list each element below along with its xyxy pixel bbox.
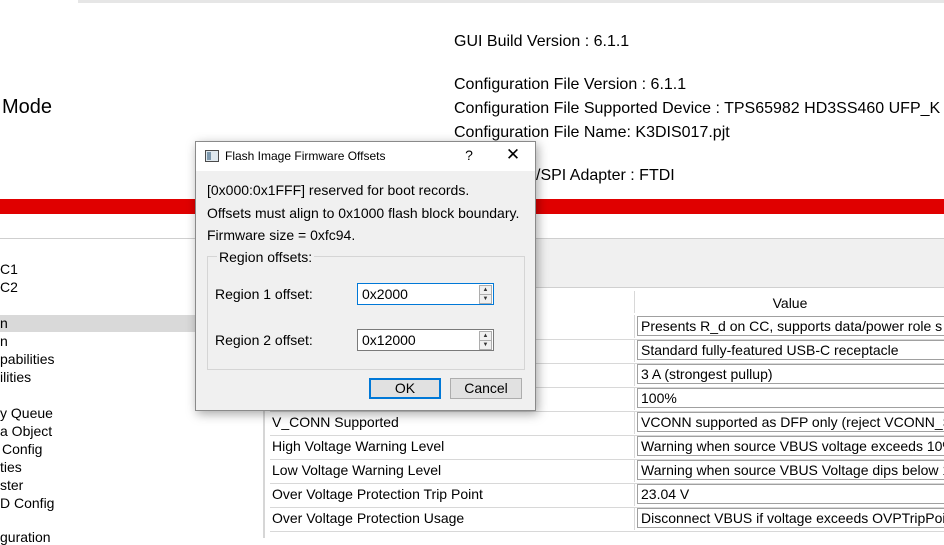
spin-down-icon[interactable]: ▼ [479, 294, 492, 304]
table-row[interactable]: V_CONN Supported VCONN supported as DFP … [270, 411, 944, 436]
row-value[interactable]: Disconnect VBUS if voltage exceeds OVPTr… [637, 508, 944, 528]
config-file-version: Configuration File Version : 6.1.1 [454, 76, 687, 93]
dialog-titlebar[interactable]: Flash Image Firmware Offsets ? ✕ [196, 142, 535, 171]
group-label: Region offsets: [217, 249, 315, 265]
flash-offsets-dialog: Flash Image Firmware Offsets ? ✕ [0x000:… [195, 141, 536, 411]
spin-down-icon[interactable]: ▼ [479, 340, 492, 350]
help-icon[interactable]: ? [462, 147, 476, 163]
sidebar-item[interactable]: pabilities [0, 351, 54, 367]
row-value-cell[interactable]: VCONN supported as DFP only (reject VCON… [634, 411, 944, 434]
sidebar-item[interactable]: guration [0, 529, 51, 545]
table-row[interactable]: High Voltage Warning Level Warning when … [270, 435, 944, 460]
row-name: High Voltage Warning Level [272, 438, 445, 454]
sidebar-selection-highlight [0, 315, 196, 332]
row-name: Low Voltage Warning Level [272, 462, 442, 478]
row-value-cell[interactable]: Warning when source VBUS voltage exceeds… [634, 435, 944, 458]
table-row[interactable]: Low Voltage Warning Level Warning when s… [270, 459, 944, 484]
row-value[interactable]: 3 A (strongest pullup) [637, 364, 944, 384]
row-value-cell[interactable]: Standard fully-featured USB-C receptacle [634, 339, 944, 362]
sidebar-item[interactable]: C1 [0, 261, 18, 277]
sidebar-item[interactable]: D Config [0, 495, 54, 511]
ok-button[interactable]: OK [369, 378, 441, 399]
region1-offset-value[interactable]: 0x2000 [362, 286, 408, 302]
sidebar-item[interactable]: C2 [0, 279, 18, 295]
sidebar-item[interactable]: ties [0, 459, 22, 475]
message-line-1: [0x000:0x1FFF] reserved for boot records… [207, 182, 470, 198]
sidebar-item[interactable]: Config [2, 441, 42, 457]
config-supported-device: Configuration File Supported Device : TP… [454, 100, 941, 117]
message-line-2: Offsets must align to 0x1000 flash block… [207, 205, 520, 221]
region2-offset-spinbox[interactable]: 0x12000 ▲ ▼ [357, 329, 494, 351]
sidebar-item-selected[interactable]: n [0, 315, 8, 331]
window-app-icon [205, 150, 219, 162]
row-value[interactable]: 23.04 V [637, 484, 944, 504]
top-divider [78, 0, 944, 3]
row-name: V_CONN Supported [272, 414, 399, 430]
region1-label: Region 1 offset: [215, 286, 313, 302]
sidebar-item[interactable]: ster [0, 477, 23, 493]
cancel-button[interactable]: Cancel [450, 378, 522, 399]
value-column-header: Value [634, 291, 944, 313]
row-value[interactable]: Warning when source VBUS voltage exceeds… [637, 436, 944, 456]
region2-spin-arrows[interactable]: ▲ ▼ [479, 331, 492, 350]
row-value-cell[interactable]: Warning when source VBUS Voltage dips be… [634, 459, 944, 482]
row-value-cell[interactable]: Disconnect VBUS if voltage exceeds OVPTr… [634, 507, 944, 530]
region1-offset-spinbox[interactable]: 0x2000 ▲ ▼ [357, 283, 494, 305]
row-value-cell[interactable]: 100% [634, 387, 944, 410]
config-file-name: Configuration File Name: K3DIS017.pjt [454, 124, 730, 141]
sidebar-item[interactable]: n [0, 333, 8, 349]
sidebar-item[interactable]: y Queue [0, 405, 53, 421]
row-value[interactable]: 100% [637, 388, 944, 408]
row-value[interactable]: Presents R_d on CC, supports data/power … [637, 316, 944, 336]
adapter-label: /SPI Adapter : FTDI [536, 167, 675, 184]
dialog-title: Flash Image Firmware Offsets [225, 149, 386, 163]
row-name: Over Voltage Protection Usage [272, 510, 465, 526]
table-row[interactable]: Over Voltage Protection Trip Point 23.04… [270, 483, 944, 508]
message-line-3: Firmware size = 0xfc94. [207, 227, 356, 243]
region-offsets-group: Region offsets: [207, 249, 525, 370]
region2-offset-value[interactable]: 0x12000 [362, 332, 416, 348]
row-value-cell[interactable]: Presents R_d on CC, supports data/power … [634, 315, 944, 338]
row-value-cell[interactable]: 3 A (strongest pullup) [634, 363, 944, 386]
close-icon[interactable]: ✕ [504, 145, 522, 165]
row-value[interactable]: Standard fully-featured USB-C receptacle [637, 340, 944, 360]
region2-label: Region 2 offset: [215, 332, 313, 348]
row-value-cell[interactable]: 23.04 V [634, 483, 944, 506]
sidebar-item[interactable]: ilities [0, 369, 31, 385]
row-value[interactable]: VCONN supported as DFP only (reject VCON… [637, 412, 944, 432]
mode-title: Mode [2, 96, 53, 118]
row-name: Over Voltage Protection Trip Point [272, 486, 483, 502]
table-row[interactable]: Over Voltage Protection Usage Disconnect… [270, 507, 944, 532]
row-value[interactable]: Warning when source VBUS Voltage dips be… [637, 460, 944, 480]
sidebar-item[interactable]: a Object [0, 423, 52, 439]
region1-spin-arrows[interactable]: ▲ ▼ [479, 285, 492, 304]
gui-build-version: GUI Build Version : 6.1.1 [454, 33, 630, 50]
